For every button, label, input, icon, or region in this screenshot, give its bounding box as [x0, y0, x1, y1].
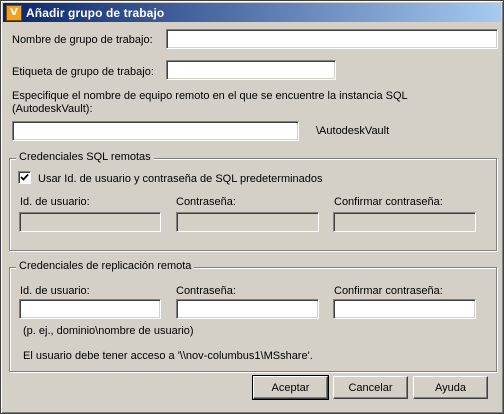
remote-computer-input[interactable] [12, 121, 299, 141]
checkmark-icon [20, 173, 29, 181]
help-button[interactable]: Ayuda [413, 376, 488, 399]
workgroup-name-input[interactable] [166, 29, 498, 49]
cancel-button[interactable]: Cancelar [333, 376, 408, 399]
replication-username-hint: (p. ej., dominio\nombre de usuario) [23, 325, 194, 337]
replication-confirm-password-input[interactable] [333, 299, 476, 319]
accept-button[interactable]: Aceptar [252, 375, 329, 400]
replication-password-label: Contraseña: [176, 285, 236, 297]
workgroup-tag-label: Etiqueta de grupo de trabajo: [12, 66, 154, 78]
sql-password-label: Contraseña: [176, 196, 236, 208]
title-bar[interactable]: V Añadir grupo de trabajo [3, 3, 501, 22]
autodesk-vault-icon: V [6, 4, 22, 21]
workgroup-name-label: Nombre de grupo de trabajo: [12, 34, 153, 46]
sql-user-id-input [19, 212, 161, 232]
add-workgroup-dialog: V Añadir grupo de trabajo Nombre de grup… [0, 0, 504, 414]
replication-password-input[interactable] [176, 299, 319, 319]
replication-credentials-title: Credenciales de replicación remota [16, 260, 195, 272]
sql-confirm-password-input [333, 212, 476, 232]
remote-computer-label-line2: (AutodeskVault): [12, 103, 93, 115]
dialog-title: Añadir grupo de trabajo [26, 5, 165, 20]
sql-confirm-password-label: Confirmar contraseña: [334, 196, 443, 208]
remote-computer-label-line1: Especifique el nombre de equipo remoto e… [12, 90, 408, 102]
replication-confirm-password-label: Confirmar contraseña: [334, 285, 443, 297]
instance-suffix-label: \AutodeskVault [316, 125, 390, 137]
sql-password-input [176, 212, 319, 232]
workgroup-tag-input[interactable] [166, 60, 336, 80]
sql-credentials-title: Credenciales SQL remotas [16, 151, 154, 163]
use-default-sql-checkbox[interactable] [18, 171, 31, 184]
use-default-sql-label[interactable]: Usar Id. de usuario y contraseña de SQL … [38, 173, 323, 185]
replication-user-id-label: Id. de usuario: [20, 285, 90, 297]
sql-user-id-label: Id. de usuario: [20, 196, 90, 208]
replication-user-id-input[interactable] [19, 299, 161, 319]
replication-access-note: El usuario debe tener acceso a '\\nov-co… [23, 350, 313, 362]
